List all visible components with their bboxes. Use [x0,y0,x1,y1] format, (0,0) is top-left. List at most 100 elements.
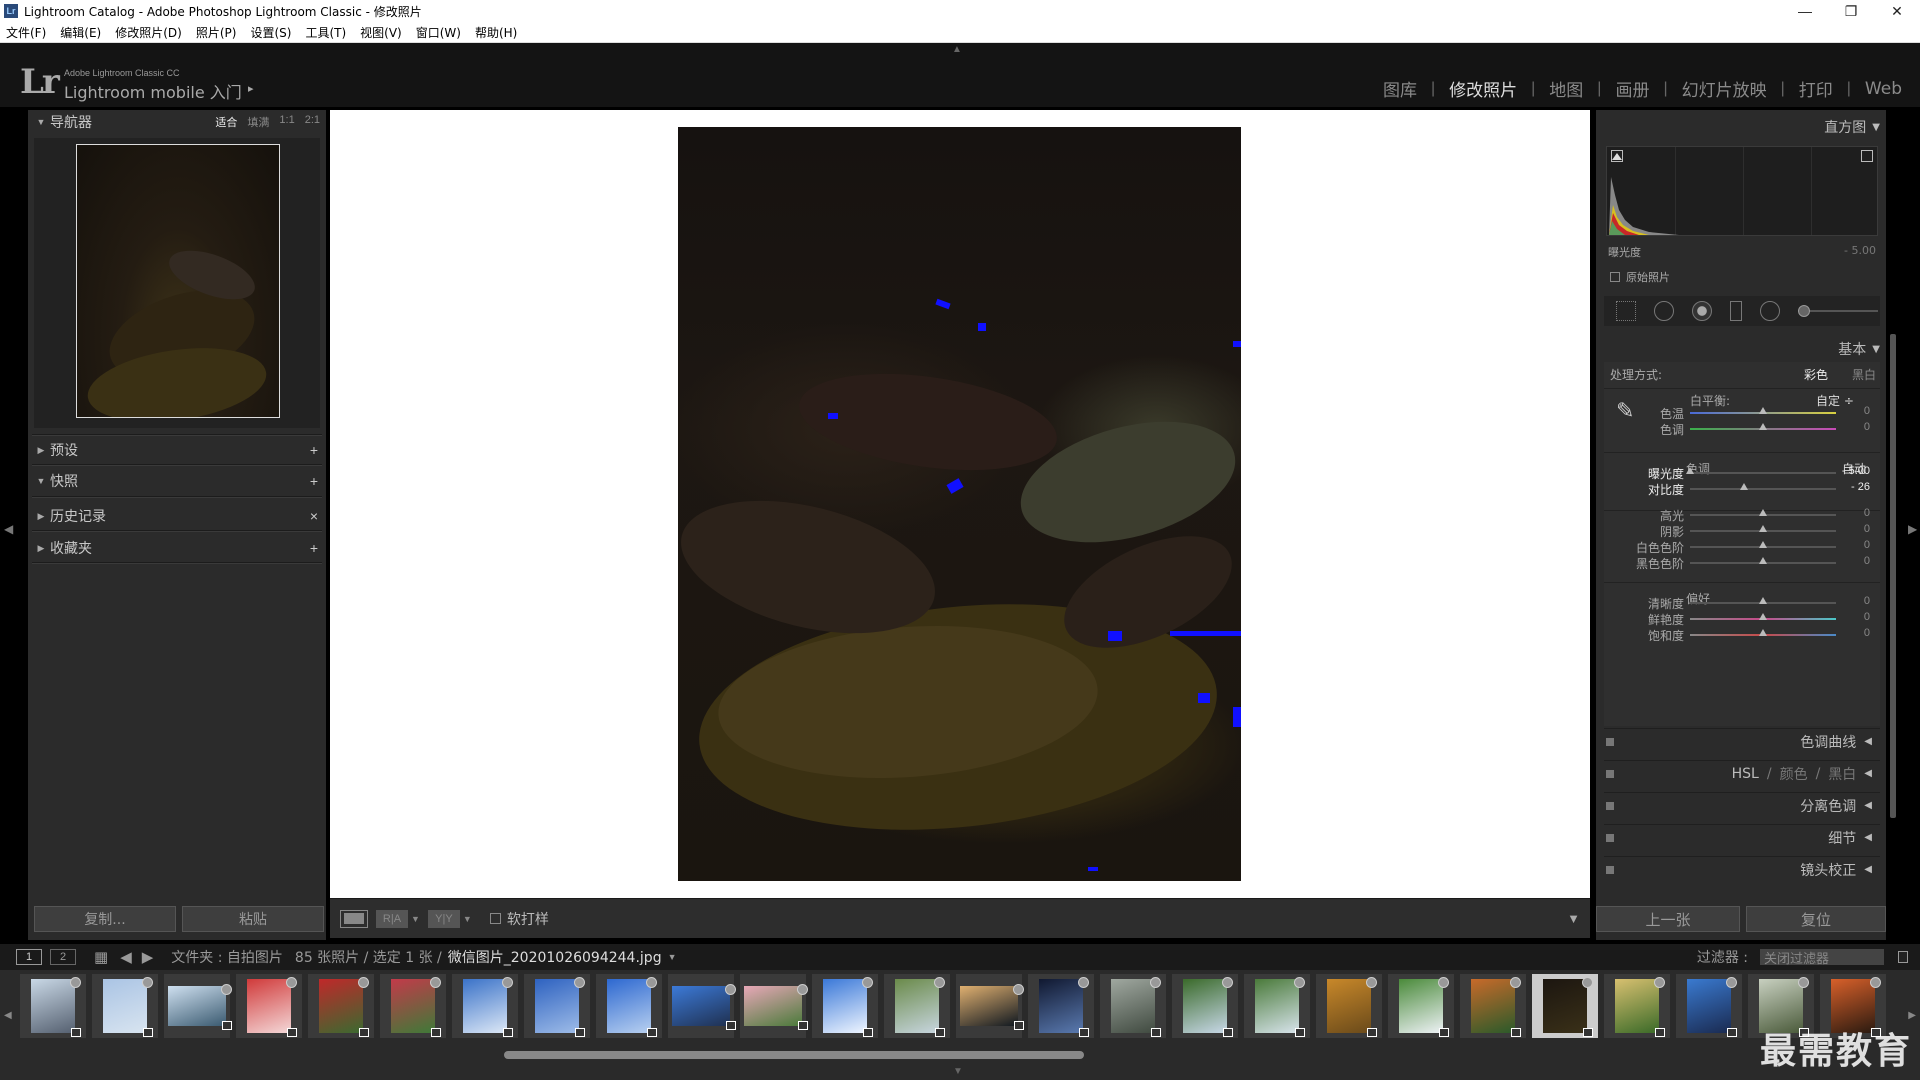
highlight-clipping-toggle-icon[interactable] [1861,150,1873,162]
red-eye-tool-icon[interactable] [1692,301,1712,321]
zoom-2-1[interactable]: 2:1 [305,114,320,130]
treatment-color-option[interactable]: 彩色 [1804,366,1828,383]
chevron-down-icon[interactable]: ▼ [463,914,472,924]
lightroom-mobile-link[interactable]: Lightroom mobile 入门 [64,79,242,103]
collapse-top-panel-icon[interactable]: ▲ [952,44,962,55]
slider-track-1[interactable] [1690,423,1836,430]
slider-value-6[interactable]: 0 [1830,539,1870,551]
module-1[interactable]: 修改照片 [1449,76,1517,101]
slider-value-8[interactable]: 0 [1830,595,1870,607]
reset-button[interactable]: 复位 [1746,906,1886,932]
slider-thumb-3[interactable] [1740,483,1749,490]
main-photo[interactable] [678,127,1241,881]
slider-thumb-10[interactable] [1759,629,1767,636]
slider-thumb-1[interactable] [1759,423,1767,430]
menu-item-5[interactable]: 工具(T) [305,24,346,41]
filmstrip-thumbnail[interactable] [1244,974,1310,1038]
slider-track-10[interactable] [1690,629,1836,636]
slider-track-3[interactable] [1690,483,1836,490]
filmstrip-thumbnail[interactable] [308,974,374,1038]
slider-track-8[interactable] [1690,597,1836,604]
right-panel-scrollbar[interactable] [1890,334,1896,818]
panel-switch-icon[interactable] [1606,865,1614,874]
slider-value-4[interactable]: 0 [1830,507,1870,519]
filmstrip-thumbnail[interactable] [668,974,736,1038]
histogram-header[interactable]: 直方图 ▼ [1824,116,1880,138]
forward-arrow-icon[interactable]: ▶ [142,948,154,966]
module-3[interactable]: 画册 [1615,76,1649,101]
slider-value-1[interactable]: 0 [1830,421,1870,433]
filmstrip-thumbnail[interactable] [452,974,518,1038]
filmstrip-thumbnail[interactable] [1100,974,1166,1038]
original-photo-checkbox[interactable] [1610,272,1620,282]
module-2[interactable]: 地图 [1549,76,1583,101]
navigator-header[interactable]: ▼ 导航器 适合 填满 1:1 2:1 [28,110,326,134]
spot-removal-tool-icon[interactable] [1654,301,1674,321]
lens-corrections-panel-header[interactable]: 镜头校正 ◀ [1604,856,1880,882]
menu-item-0[interactable]: 文件(F) [6,24,46,41]
basic-panel-header[interactable]: 基本 ▼ [1838,338,1880,360]
split-toning-panel-header[interactable]: 分离色调 ◀ [1604,792,1880,818]
slider-thumb-5[interactable] [1759,525,1767,532]
module-0[interactable]: 图库 [1383,76,1417,101]
module-6[interactable]: Web [1865,79,1902,99]
filmstrip-thumbnail[interactable] [812,974,878,1038]
filmstrip-thumbnail[interactable] [380,974,446,1038]
slider-track-4[interactable] [1690,509,1836,516]
slider-track-5[interactable] [1690,525,1836,532]
filmstrip-thumbnail[interactable] [1388,974,1454,1038]
filmstrip-thumbnail[interactable] [1460,974,1526,1038]
slider-thumb-9[interactable] [1759,613,1767,620]
menu-item-1[interactable]: 编辑(E) [60,24,101,41]
slider-track-7[interactable] [1690,557,1836,564]
play-arrow-icon[interactable]: ▸ [248,82,254,95]
filmstrip-thumbnail[interactable] [740,974,808,1038]
filmstrip-thumbnail[interactable] [1172,974,1238,1038]
loupe-view-icon[interactable] [340,909,368,928]
graduated-filter-icon[interactable] [1730,301,1742,321]
zoom-1-1[interactable]: 1:1 [279,114,294,130]
right-panel-toggle-icon[interactable]: ▶ [1908,522,1917,536]
clear-history-icon[interactable]: × [310,508,318,524]
before-after-button[interactable]: R|A [376,909,408,928]
slider-thumb-4[interactable] [1759,509,1767,516]
chevron-down-icon[interactable]: ▼ [411,914,420,924]
toolbar-menu-icon[interactable]: ▼ [1567,911,1580,926]
menu-item-3[interactable]: 照片(P) [196,24,237,41]
slider-thumb-8[interactable] [1759,597,1767,604]
current-filename[interactable]: 微信图片_20201026094244.jpg [448,947,662,967]
panel-switch-icon[interactable] [1606,769,1614,778]
treatment-bw-option[interactable]: 黑白 [1852,366,1876,383]
close-icon[interactable]: ✕ [1874,0,1920,22]
brush-slider[interactable] [1798,305,1878,317]
module-5[interactable]: 打印 [1799,76,1833,101]
collapse-filmstrip-icon[interactable]: ▼ [953,1066,963,1077]
radial-filter-icon[interactable] [1760,301,1780,321]
secondary-window-button[interactable]: 2 [50,949,76,965]
slider-track-2[interactable] [1686,467,1836,474]
navigator-preview-image[interactable] [76,144,280,418]
detail-panel-header[interactable]: 细节 ◀ [1604,824,1880,850]
histogram-chart[interactable] [1606,146,1878,236]
filmstrip-scroll-right-icon[interactable]: ▶ [1908,1010,1916,1021]
filmstrip-thumbnail[interactable] [164,974,232,1038]
maximize-icon[interactable]: ❐ [1828,0,1874,22]
filmstrip-thumbnail[interactable] [884,974,950,1038]
filmstrip-thumbnail[interactable] [20,974,86,1038]
filmstrip-thumbnail[interactable] [524,974,590,1038]
chevron-down-icon[interactable]: ▼ [668,952,677,962]
menu-item-6[interactable]: 视图(V) [360,24,402,41]
minimize-icon[interactable]: — [1782,0,1828,22]
copy-settings-button[interactable]: 复制... [34,906,176,932]
zoom-fill[interactable]: 填满 [247,114,269,130]
slider-track-6[interactable] [1690,541,1836,548]
filter-lock-icon[interactable] [1898,951,1908,963]
slider-thumb-6[interactable] [1759,541,1767,548]
menu-item-2[interactable]: 修改照片(D) [115,24,182,41]
filmstrip-scroll-left-icon[interactable]: ◀ [4,1010,12,1021]
slider-track-0[interactable] [1690,407,1836,414]
slider-value-5[interactable]: 0 [1830,523,1870,535]
filmstrip-thumbnail[interactable] [1676,974,1742,1038]
slider-value-9[interactable]: 0 [1830,611,1870,623]
slider-value-2[interactable]: - 5.00 [1830,465,1870,477]
